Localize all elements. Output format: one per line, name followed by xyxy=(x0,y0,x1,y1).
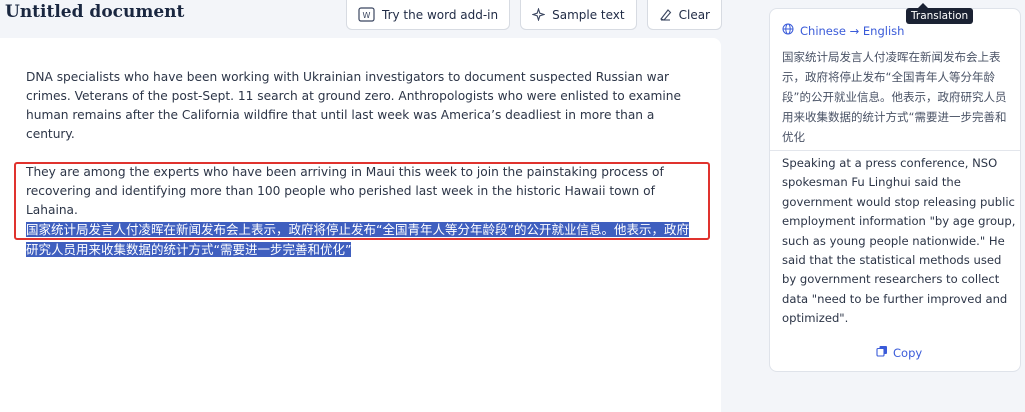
clear-label: Clear xyxy=(678,7,710,22)
source-text: 国家统计局发言人付凌晖在新闻发布会上表示，政府将停止发布“全国青年人等分年龄段”… xyxy=(782,50,1007,144)
language-pair-selector[interactable]: Chinese → English xyxy=(782,23,904,38)
text-editor[interactable]: DNA specialists who have been working wi… xyxy=(0,38,721,412)
word-addin-label: Try the word add-in xyxy=(382,7,499,22)
page: Untitled document W Try the word add-in … xyxy=(0,0,1025,412)
word-addin-button[interactable]: W Try the word add-in xyxy=(346,0,511,30)
translation-panel: Chinese → English 国家统计局发言人付凌晖在新闻发布会上表示，政… xyxy=(769,8,1021,372)
copy-label: Copy xyxy=(893,345,923,360)
globe-icon xyxy=(782,23,794,38)
clear-button[interactable]: Clear xyxy=(646,0,722,30)
editor-paragraph: DNA specialists who have been working wi… xyxy=(26,70,682,141)
toolbar: W Try the word add-in Sample text Clear xyxy=(346,0,722,30)
translated-text[interactable]: Speaking at a press conference, NSO spok… xyxy=(782,154,1016,329)
editor-content[interactable]: DNA specialists who have been working wi… xyxy=(26,68,698,260)
copy-icon xyxy=(876,345,888,360)
eraser-icon xyxy=(659,8,672,21)
document-title[interactable]: Untitled document xyxy=(5,2,184,22)
editor-paragraph: They are among the experts who have been… xyxy=(26,165,664,217)
svg-text:W: W xyxy=(363,11,371,20)
word-icon: W xyxy=(358,7,375,22)
panel-divider xyxy=(770,150,1020,151)
sparkle-icon xyxy=(532,8,546,21)
translation-tooltip: Translation xyxy=(906,3,974,24)
selected-text[interactable]: 国家统计局发言人付凌晖在新闻发布会上表示，政府将停止发布“全国青年人等分年龄段”… xyxy=(26,222,689,257)
language-pair-label: Chinese → English xyxy=(800,23,905,38)
copy-button[interactable]: Copy xyxy=(876,345,922,360)
sample-text-button[interactable]: Sample text xyxy=(520,0,637,30)
sample-text-label: Sample text xyxy=(552,7,625,22)
